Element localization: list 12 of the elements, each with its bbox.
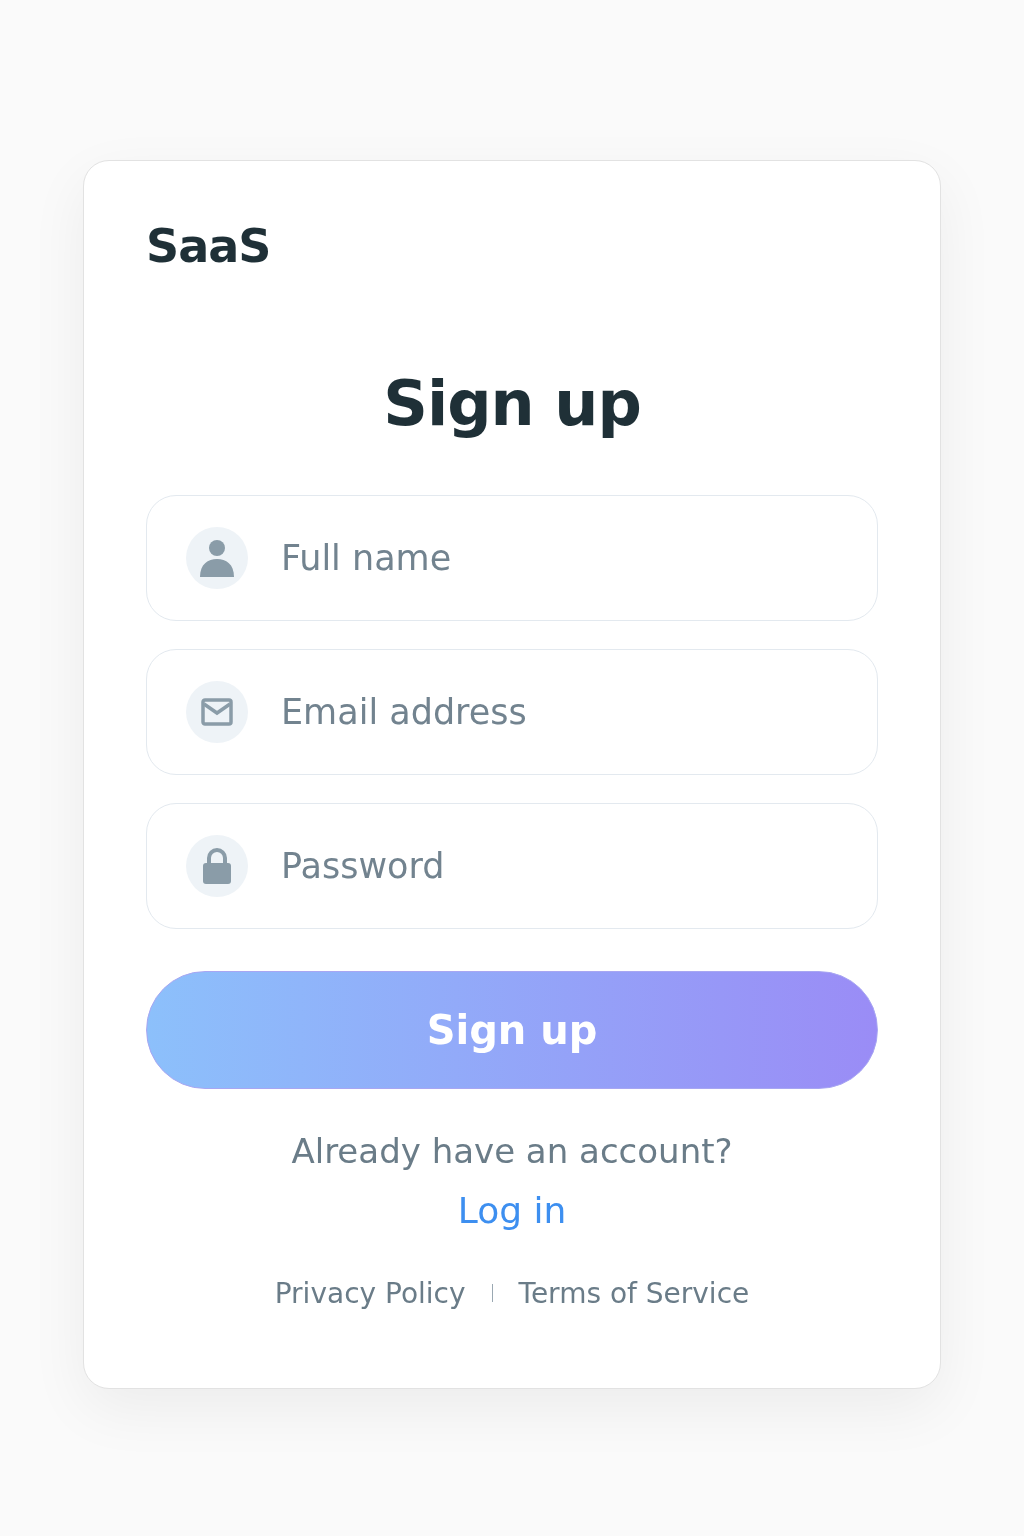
footer-link[interactable]: Privacy Policy <box>274 1276 466 1310</box>
log-in-link[interactable]: Log in <box>457 1189 567 1231</box>
footer-link[interactable]: Terms of Service <box>518 1276 750 1310</box>
input-field[interactable]: Email address <box>146 649 878 775</box>
person-icon <box>200 539 234 577</box>
logo: SaaS <box>146 223 272 269</box>
input-field[interactable]: Password <box>146 803 878 929</box>
input-field[interactable]: Full name <box>146 495 878 621</box>
account-prompt: Already have an account? <box>290 1131 734 1172</box>
sign-up-button[interactable]: Sign up <box>146 971 878 1089</box>
lock-icon <box>203 848 231 884</box>
envelope-icon <box>201 698 233 726</box>
